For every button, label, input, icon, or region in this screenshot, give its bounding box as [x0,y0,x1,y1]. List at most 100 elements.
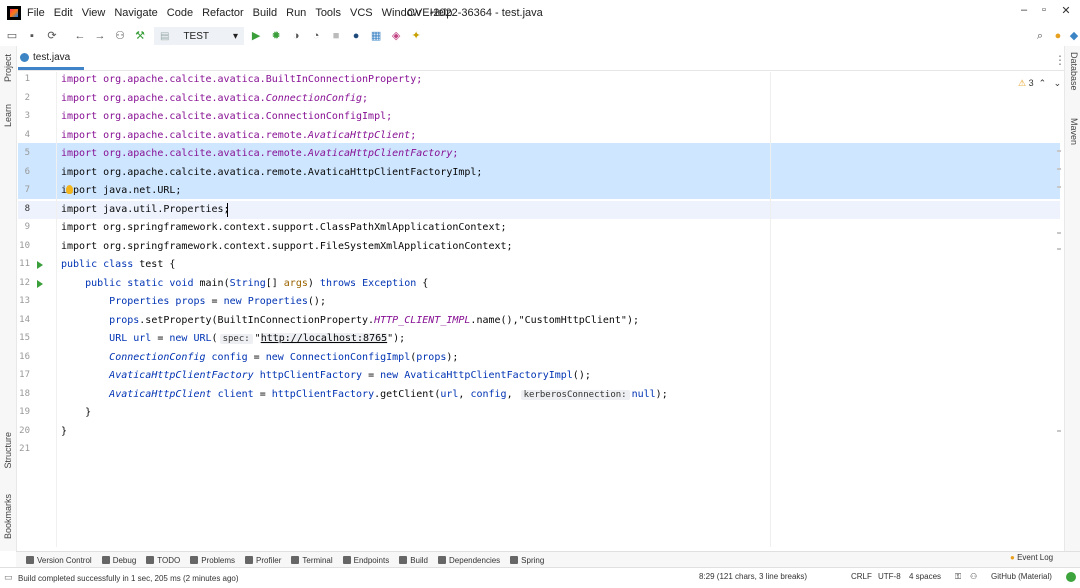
code-line[interactable]: AvaticaHttpClientFactory httpClientFacto… [61,367,591,385]
build-hammer-icon[interactable]: ⚒ [132,28,148,44]
menu-view[interactable]: View [82,7,106,19]
code-line[interactable]: import java.util.Properties; [61,201,230,219]
code-line[interactable]: import java.net.URL; [61,182,181,200]
scroll-marker[interactable] [1057,186,1061,188]
run-config-select[interactable]: ▤ TEST ▾ [154,27,245,45]
line-number: 20 [19,425,30,436]
code-line[interactable]: import org.apache.calcite.avatica.remote… [61,164,482,182]
back-icon[interactable]: ← [72,28,88,44]
menu-edit[interactable]: Edit [54,7,73,19]
minimize-icon[interactable]: – [1014,4,1034,16]
line-number: 19 [19,407,30,417]
code-line[interactable]: props.setProperty(BuiltInConnectionPrope… [61,312,639,330]
code-line[interactable]: import org.apache.calcite.avatica.remote… [61,127,416,145]
code-line[interactable]: Properties props = new Properties(); [61,293,326,311]
event-log-icon: ● [1010,553,1015,562]
code-line[interactable]: } [61,423,67,441]
run-icon[interactable]: ▶ [248,28,264,44]
line-separator[interactable]: CRLF [851,572,872,581]
bottom-tool-dependencies[interactable]: Dependencies [438,556,500,565]
stop-icon[interactable]: ■ [328,28,344,44]
code-line[interactable]: import org.apache.calcite.avatica.BuiltI… [61,71,422,89]
warnings-indicator[interactable]: ⚠ 3 ⌃ ⌄ [1018,78,1061,89]
status-layout-icon[interactable]: ▭ [4,572,13,583]
menu-run[interactable]: Run [286,7,306,19]
scroll-marker[interactable] [1057,430,1061,432]
tool-learn[interactable]: Learn [3,104,13,127]
menu-tools[interactable]: Tools [315,7,341,19]
gutter-run-icon[interactable] [37,261,43,269]
profile-icon[interactable]: ◔ [308,28,324,44]
tool-maven[interactable]: Maven [1069,118,1079,145]
code-line[interactable]: } [61,404,91,422]
bottom-tool-terminal[interactable]: Terminal [291,556,333,565]
bottom-tool-endpoints[interactable]: Endpoints [342,556,389,565]
code-line[interactable]: import org.springframework.context.suppo… [61,219,507,237]
event-log-button[interactable]: ● Event Log [1010,553,1053,562]
code-line[interactable]: import org.apache.calcite.avatica.Connec… [61,108,392,126]
extension-icon[interactable]: ✦ [408,28,424,44]
intellij-logo-icon [7,6,21,20]
plugin-icon[interactable]: ◈ [388,28,404,44]
bottom-tool-profiler[interactable]: Profiler [245,556,281,565]
code-line[interactable]: AvaticaHttpClient client = httpClientFac… [61,386,668,404]
menu-code[interactable]: Code [167,7,193,19]
vcs-user-icon[interactable]: ⚇ [112,28,128,44]
menu-file[interactable]: File [27,7,45,19]
menu-build[interactable]: Build [253,7,277,19]
code-line[interactable]: public static void main(String[] args) t… [61,275,428,293]
caret-position[interactable]: 8:29 (121 chars, 3 line breaks) [699,572,807,581]
indent-setting[interactable]: 4 spaces [909,572,941,581]
status-message[interactable]: Build completed successfully in 1 sec, 2… [18,574,239,583]
code-line[interactable]: public class test { [61,256,175,274]
theme-name[interactable]: GitHub (Material) [991,572,1052,581]
menu-vcs[interactable]: VCS [350,7,373,19]
maximize-icon[interactable]: ▫ [1034,4,1054,16]
profiler-icon [245,556,254,564]
close-icon[interactable]: ✕ [1056,4,1076,17]
menu-refactor[interactable]: Refactor [202,7,244,19]
ide-logo-icon[interactable]: ◆ [1066,28,1080,44]
bottom-tool-version-control[interactable]: Version Control [26,556,92,565]
translate-icon[interactable]: ▦ [368,28,384,44]
git-icon[interactable]: ⚇ [970,572,977,581]
file-encoding[interactable]: UTF-8 [878,572,901,581]
lock-icon[interactable]: ⚿ [955,572,961,582]
scroll-marker[interactable] [1057,248,1061,250]
tool-bookmarks[interactable]: Bookmarks [3,494,13,539]
scroll-marker[interactable] [1057,150,1061,152]
tab-test-java[interactable]: test.java [20,52,70,63]
code-line[interactable]: import org.apache.calcite.avatica.Connec… [61,90,368,108]
update-icon[interactable]: ● [1050,28,1066,44]
line-number: 15 [19,333,30,343]
line-number: 21 [19,444,30,454]
tool-structure[interactable]: Structure [3,432,13,469]
debug-icon[interactable]: ✹ [268,28,284,44]
code-line[interactable]: URL url = new URL(spec: "http://localhost… [61,330,405,348]
intention-bulb-icon[interactable] [66,185,73,194]
tool-database[interactable]: Database [1069,52,1079,91]
code-line[interactable]: import org.springframework.context.suppo… [61,238,513,256]
code-editor[interactable]: 1 import org.apache.calcite.avatica.Built… [0,0,1064,551]
scroll-marker[interactable] [1057,232,1061,234]
bottom-tool-todo[interactable]: TODO [146,556,180,565]
bottom-tool-problems[interactable]: Problems [190,556,235,565]
forward-icon[interactable]: → [92,28,108,44]
tool-project[interactable]: Project [3,54,13,82]
bottom-tool-spring[interactable]: Spring [510,556,544,565]
version-control-icon [26,556,34,564]
code-line[interactable]: ConnectionConfig config = new Connection… [61,349,458,367]
sync-icon[interactable]: ⟳ [44,28,60,44]
scroll-marker[interactable] [1057,168,1061,170]
line-number: 13 [19,296,30,306]
save-icon[interactable]: ▪ [24,28,40,44]
search-icon[interactable]: ⌕ [1032,28,1048,44]
gutter-run-icon[interactable] [37,279,43,288]
menu-navigate[interactable]: Navigate [114,7,157,19]
bottom-tool-debug[interactable]: Debug [101,556,136,565]
bottom-tool-build[interactable]: Build [399,556,428,565]
search-everywhere-icon[interactable]: ● [348,28,364,44]
code-line[interactable]: import org.apache.calcite.avatica.remote… [61,145,458,163]
coverage-icon[interactable]: ◑ [288,28,304,44]
open-folder-icon[interactable]: ▭ [4,28,20,44]
